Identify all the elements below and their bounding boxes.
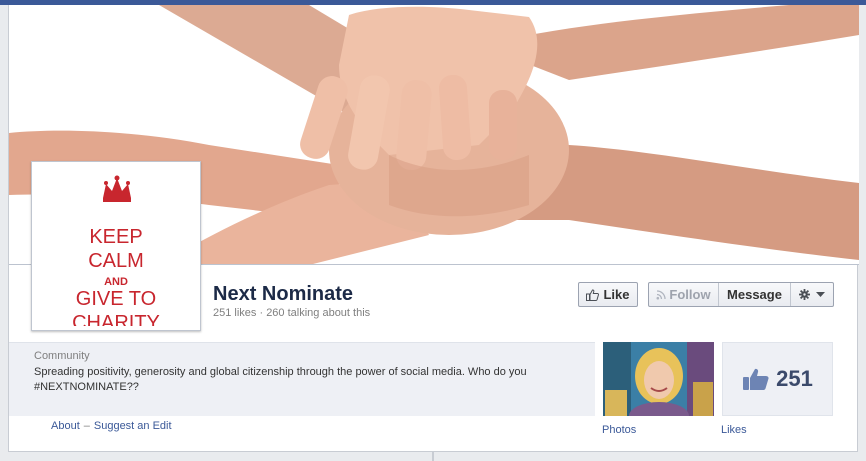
message-button[interactable]: Message <box>719 283 791 306</box>
page-actions-group: Follow Message <box>648 282 834 307</box>
about-box: Community Spreading positivity, generosi… <box>9 342 595 416</box>
poster-line-charity: CHARITY <box>72 312 160 326</box>
crown-icon <box>103 175 131 202</box>
page-category[interactable]: Community <box>34 350 90 362</box>
caret-down-icon <box>816 292 825 297</box>
poster-line-keep: KEEP <box>89 226 143 248</box>
poster-line-calm: CALM <box>88 250 144 272</box>
message-button-label: Message <box>727 287 782 302</box>
rss-icon <box>656 289 667 299</box>
keep-calm-poster: KEEP CALM AND GIVE TO CHARITY <box>36 166 196 326</box>
likes-tile[interactable]: 251 <box>722 342 833 416</box>
thumbs-up-icon <box>743 368 769 390</box>
profile-picture[interactable]: KEEP CALM AND GIVE TO CHARITY <box>31 161 201 331</box>
likes-label[interactable]: Likes <box>721 424 747 436</box>
gear-icon <box>799 289 810 300</box>
about-links-separator: – <box>83 420 90 432</box>
photos-thumbnail[interactable] <box>603 342 714 416</box>
like-button-label: Like <box>603 287 630 302</box>
timeline-spine <box>432 452 434 461</box>
follow-button-label: Follow <box>669 287 711 302</box>
photos-label[interactable]: Photos <box>602 424 636 436</box>
likes-count: 251 <box>776 366 813 391</box>
thumbs-up-icon <box>586 288 600 301</box>
about-links: About – Suggest an Edit <box>51 420 172 432</box>
like-button[interactable]: Like <box>578 282 638 307</box>
poster-line-give-to: GIVE TO <box>75 288 157 310</box>
page-title[interactable]: Next Nominate <box>213 283 353 306</box>
about-link[interactable]: About <box>51 420 80 432</box>
photos-thumbnail-image <box>603 342 714 416</box>
page-description: Spreading positivity, generosity and glo… <box>34 366 527 393</box>
page-stats: 251 likes · 260 talking about this <box>213 307 371 319</box>
settings-dropdown-button[interactable] <box>791 283 833 306</box>
suggest-edit-link[interactable]: Suggest an Edit <box>94 420 172 432</box>
poster-line-and: AND <box>104 276 128 288</box>
follow-button[interactable]: Follow <box>649 283 719 306</box>
